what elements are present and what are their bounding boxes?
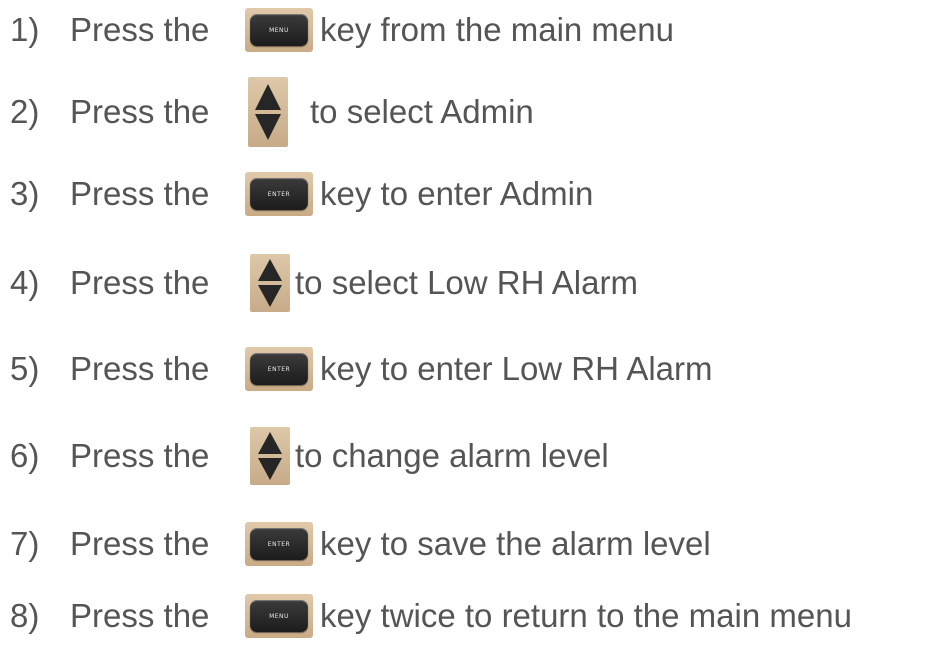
key-label: MENU bbox=[269, 26, 289, 34]
step-number: 7) bbox=[10, 525, 40, 562]
step-text: key to enter Admin bbox=[320, 175, 594, 212]
step-number: 1) bbox=[10, 11, 40, 48]
step-number: 2) bbox=[10, 93, 40, 130]
key-label: ENTER bbox=[267, 540, 291, 548]
step-text: key from the main menu bbox=[320, 11, 674, 48]
step-number: 4) bbox=[10, 264, 40, 301]
menu-key-icon: MENU bbox=[245, 594, 313, 638]
step-text: key to save the alarm level bbox=[320, 525, 711, 562]
menu-key-icon: MENU bbox=[245, 8, 313, 52]
step-prefix: Press the bbox=[70, 264, 210, 301]
key-label: ENTER bbox=[267, 190, 291, 198]
step-number: 6) bbox=[10, 437, 40, 474]
step-prefix: Press the bbox=[70, 175, 210, 212]
step-text: to select Admin bbox=[310, 93, 534, 130]
enter-key-icon: ENTER bbox=[245, 522, 313, 566]
enter-key-icon: ENTER bbox=[245, 172, 313, 216]
key-label: MENU bbox=[269, 612, 289, 620]
step-number: 8) bbox=[10, 597, 40, 634]
up-down-arrow-key-icon bbox=[250, 254, 290, 312]
step-text: to change alarm level bbox=[295, 437, 609, 474]
key-label: ENTER bbox=[267, 365, 291, 373]
step-text: to select Low RH Alarm bbox=[295, 264, 638, 301]
step-text: key twice to return to the main menu bbox=[320, 597, 852, 634]
enter-key-icon: ENTER bbox=[245, 347, 313, 391]
step-number: 3) bbox=[10, 175, 40, 212]
up-down-arrow-key-icon bbox=[248, 77, 288, 147]
step-prefix: Press the bbox=[70, 597, 210, 634]
step-prefix: Press the bbox=[70, 525, 210, 562]
step-prefix: Press the bbox=[70, 93, 210, 130]
step-prefix: Press the bbox=[70, 350, 210, 387]
step-text: key to enter Low RH Alarm bbox=[320, 350, 713, 387]
step-prefix: Press the bbox=[70, 437, 210, 474]
step-prefix: Press the bbox=[70, 11, 210, 48]
step-number: 5) bbox=[10, 350, 40, 387]
up-down-arrow-key-icon bbox=[250, 427, 290, 485]
